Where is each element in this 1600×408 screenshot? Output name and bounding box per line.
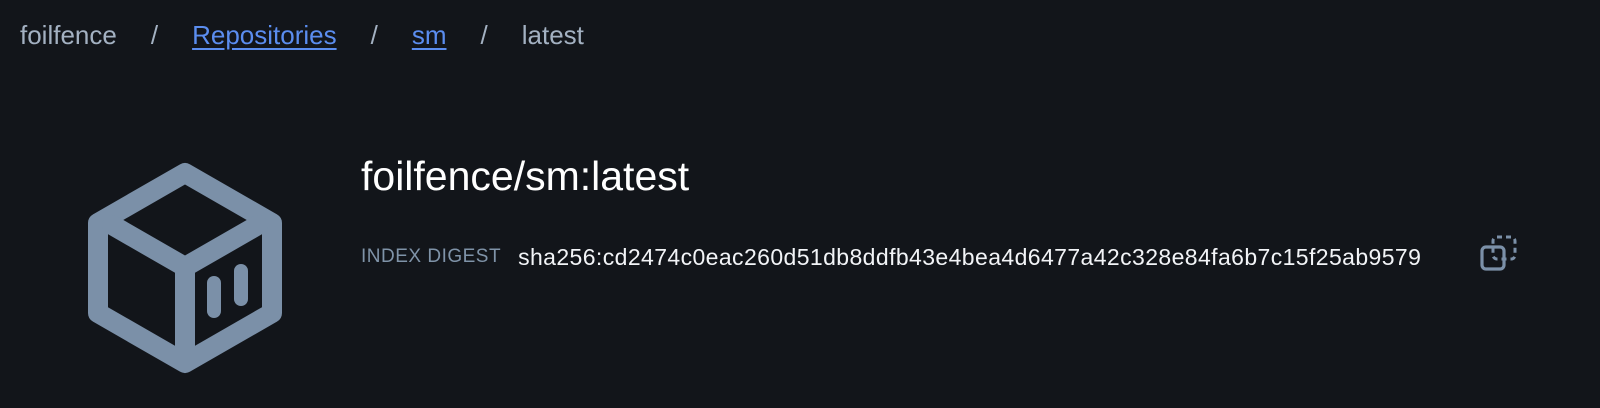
breadcrumb-separator: /	[480, 19, 488, 50]
digest-value: sha256:cd2474c0eac260d51db8ddfb43e4bea4d…	[518, 243, 1422, 270]
breadcrumb-current-tag: latest	[521, 19, 584, 50]
digest-row: INDEX DIGEST sha256:cd2474c0eac260d51db8…	[361, 235, 1421, 279]
image-detail-page: foilfence / Repositories / sm / latest f…	[0, 0, 1600, 408]
breadcrumb-separator: /	[150, 19, 159, 50]
breadcrumb-repositories-link[interactable]: Repositories	[192, 20, 337, 51]
package-box-icon	[88, 163, 282, 373]
breadcrumb-org: foilfence	[20, 19, 117, 50]
breadcrumb: foilfence / Repositories / sm / latest	[20, 16, 584, 54]
breadcrumb-separator: /	[370, 19, 378, 50]
copy-icon	[1480, 235, 1517, 271]
digest-label: INDEX DIGEST	[361, 246, 502, 267]
image-title: foilfence/sm:latest	[361, 153, 690, 199]
breadcrumb-repo-link[interactable]: sm	[412, 20, 447, 51]
copy-digest-button[interactable]	[1478, 234, 1522, 278]
